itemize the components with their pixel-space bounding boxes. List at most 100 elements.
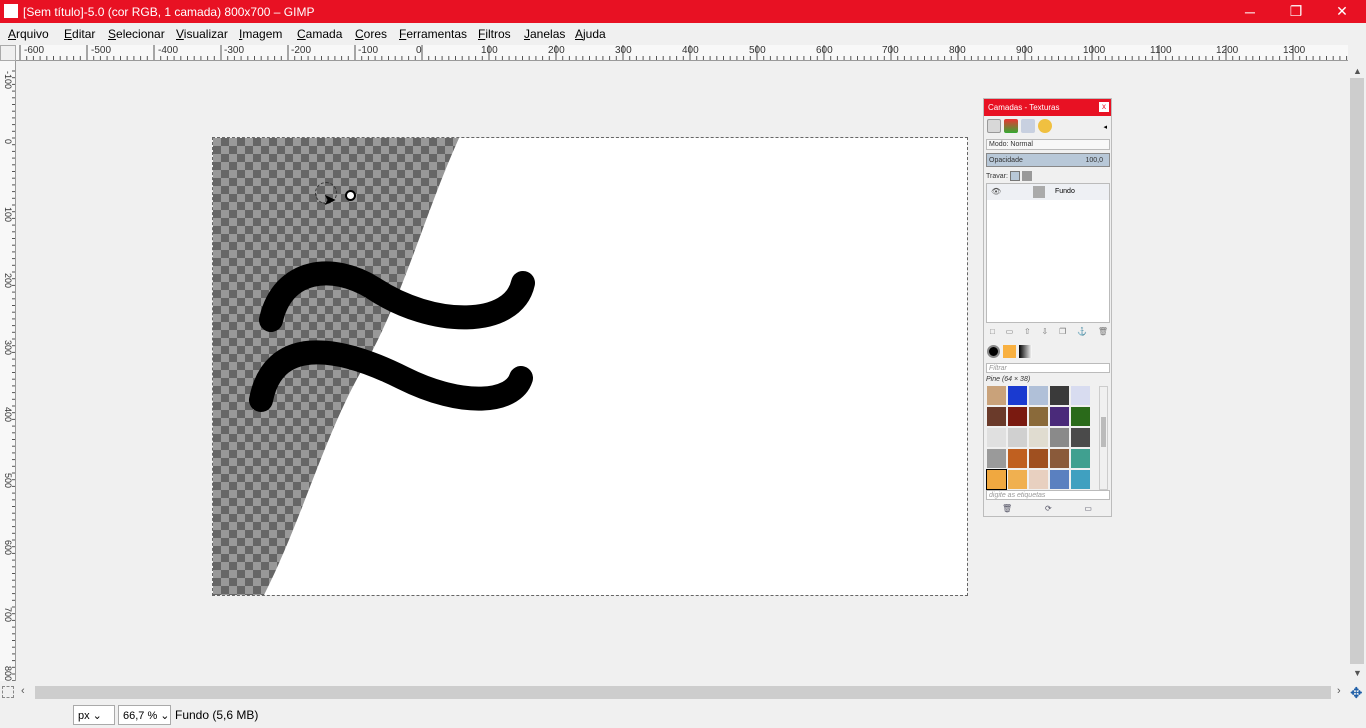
scroll-up-icon[interactable]: ▲: [1353, 66, 1362, 76]
texture-swatch[interactable]: [1008, 407, 1027, 426]
texture-actions: 🗑 ⟳ ▭: [1002, 504, 1092, 513]
raise-layer-icon[interactable]: ⇧: [1024, 327, 1031, 336]
texture-swatch[interactable]: [1050, 428, 1069, 447]
tags-input[interactable]: digite as etiquetas: [986, 490, 1110, 500]
texture-swatch[interactable]: [1071, 449, 1090, 468]
menu-arquivo[interactable]: Arquivo: [8, 27, 49, 41]
filter-input[interactable]: Filtrar: [986, 363, 1110, 373]
forbidden-cursor-icon: [345, 190, 356, 201]
delete-layer-icon[interactable]: 🗑: [1098, 327, 1108, 336]
texture-swatch[interactable]: [1050, 386, 1069, 405]
texture-swatch[interactable]: [1008, 470, 1027, 489]
refresh-textures-icon[interactable]: ⟳: [1045, 504, 1052, 513]
duplicate-layer-icon[interactable]: ❐: [1059, 327, 1066, 336]
texture-swatch[interactable]: [1050, 407, 1069, 426]
new-group-icon[interactable]: ▭: [1006, 327, 1014, 336]
scroll-left-icon[interactable]: ‹: [21, 685, 25, 697]
texture-swatch[interactable]: [1008, 386, 1027, 405]
vertical-scrollbar[interactable]: ▲ ▼: [1348, 62, 1366, 682]
texture-swatch[interactable]: [1071, 386, 1090, 405]
texture-swatch[interactable]: [1008, 449, 1027, 468]
tab-undo-icon[interactable]: [1038, 119, 1052, 133]
ruler-label: 100: [481, 45, 498, 56]
delete-texture-icon[interactable]: 🗑: [1002, 504, 1012, 513]
texture-swatch[interactable]: [1029, 407, 1048, 426]
texture-swatch[interactable]: [987, 386, 1006, 405]
gradients-tab-icon[interactable]: [1019, 345, 1032, 358]
layer-row-fundo[interactable]: 👁 Fundo: [987, 184, 1109, 200]
menu-selecionar[interactable]: Selecionar: [108, 27, 165, 41]
menu-janelas[interactable]: Janelas: [524, 27, 565, 41]
ruler-label: 200: [3, 273, 13, 289]
menu-visualizar[interactable]: Visualizar: [176, 27, 228, 41]
texture-swatch[interactable]: [987, 428, 1006, 447]
tab-paths-icon[interactable]: [1021, 119, 1035, 133]
ruler-label: 400: [3, 407, 13, 423]
horizontal-ruler[interactable]: -600 -500 -400 -300 -200 -100 0 100 200 …: [16, 45, 1348, 61]
texture-swatch[interactable]: [1071, 470, 1090, 489]
tab-menu-icon[interactable]: ◂: [1103, 123, 1107, 131]
dock-close-button[interactable]: x: [1099, 102, 1109, 112]
close-button[interactable]: ✕: [1319, 0, 1365, 23]
tab-layers-icon[interactable]: [987, 119, 1001, 133]
texture-swatch[interactable]: [1050, 470, 1069, 489]
ruler-label: -100: [3, 71, 13, 90]
lock-pixels-icon[interactable]: [1009, 171, 1020, 181]
texture-swatch[interactable]: [1029, 470, 1048, 489]
ruler-label: 500: [749, 45, 766, 56]
texture-swatch[interactable]: [1008, 428, 1027, 447]
layers-textures-dock: Camadas - Texturas x ◂ Modo: Normal Opac…: [983, 98, 1112, 517]
dock-tabs: [987, 119, 1052, 135]
image-canvas[interactable]: ➤: [212, 137, 968, 596]
ruler-label: 600: [3, 540, 13, 556]
ruler-label: 300: [3, 340, 13, 356]
menu-camada[interactable]: Camada: [297, 27, 342, 41]
patterns-tab-icon[interactable]: [1003, 345, 1016, 358]
minimize-button[interactable]: ─: [1227, 0, 1273, 23]
brushes-tab-icon[interactable]: [987, 345, 1000, 358]
menu-ferramentas[interactable]: Ferramentas: [399, 27, 467, 41]
menu-editar[interactable]: Editar: [64, 27, 95, 41]
new-layer-icon[interactable]: □: [990, 327, 995, 336]
zoom-selector[interactable]: 66,7 % ⌄: [118, 705, 171, 725]
texture-scroll-thumb[interactable]: [1101, 417, 1106, 447]
layer-list: 👁 Fundo: [986, 183, 1110, 323]
title-bar: [Sem título]-5.0 (cor RGB, 1 camada) 800…: [0, 0, 1366, 23]
opacity-slider[interactable]: Opacidade 100,0: [986, 153, 1110, 167]
menu-imagem[interactable]: Imagem: [239, 27, 282, 41]
maximize-button[interactable]: ❐: [1273, 0, 1319, 23]
scroll-right-icon[interactable]: ›: [1337, 685, 1341, 697]
anchor-layer-icon[interactable]: ⚓: [1077, 327, 1087, 336]
texture-swatch[interactable]: [1029, 428, 1048, 447]
menu-ajuda[interactable]: Ajuda: [575, 27, 606, 41]
texture-swatch[interactable]: [1029, 386, 1048, 405]
unit-selector[interactable]: px ⌄: [73, 705, 115, 725]
lock-alpha-icon[interactable]: [1021, 171, 1032, 181]
texture-swatch[interactable]: [987, 449, 1006, 468]
lower-layer-icon[interactable]: ⇩: [1042, 327, 1049, 336]
texture-swatch-selected[interactable]: [986, 469, 1007, 490]
texture-swatch[interactable]: [987, 407, 1006, 426]
vertical-ruler[interactable]: -100 0 100 200 300 400 500 600 700 800: [0, 61, 16, 681]
menu-cores[interactable]: Cores: [355, 27, 387, 41]
menu-filtros[interactable]: Filtros: [478, 27, 511, 41]
texture-swatch[interactable]: [1071, 428, 1090, 447]
tab-channels-icon[interactable]: [1004, 119, 1018, 133]
texture-swatch[interactable]: [1071, 407, 1090, 426]
open-folder-icon[interactable]: ▭: [1084, 504, 1092, 513]
navigate-icon[interactable]: ✥: [1350, 684, 1363, 702]
ruler-label: 1200: [1216, 45, 1239, 56]
mode-select[interactable]: Modo: Normal: [986, 139, 1110, 150]
visibility-eye-icon[interactable]: 👁: [991, 187, 1001, 196]
vertical-ruler-ticks: [12, 70, 15, 681]
pointer-cursor-icon: ➤: [323, 192, 337, 209]
vertical-scroll-thumb[interactable]: [1350, 78, 1364, 664]
quick-mask-toggle-icon[interactable]: [2, 686, 14, 698]
texture-swatch[interactable]: [1029, 449, 1048, 468]
texture-swatch[interactable]: [1050, 449, 1069, 468]
ruler-corner-toggle[interactable]: [0, 45, 16, 61]
scroll-down-icon[interactable]: ▼: [1353, 668, 1362, 678]
texture-scrollbar[interactable]: [1099, 386, 1108, 490]
horizontal-scrollbar[interactable]: ‹ ›: [17, 684, 1348, 701]
horizontal-scroll-thumb[interactable]: [35, 686, 1331, 699]
